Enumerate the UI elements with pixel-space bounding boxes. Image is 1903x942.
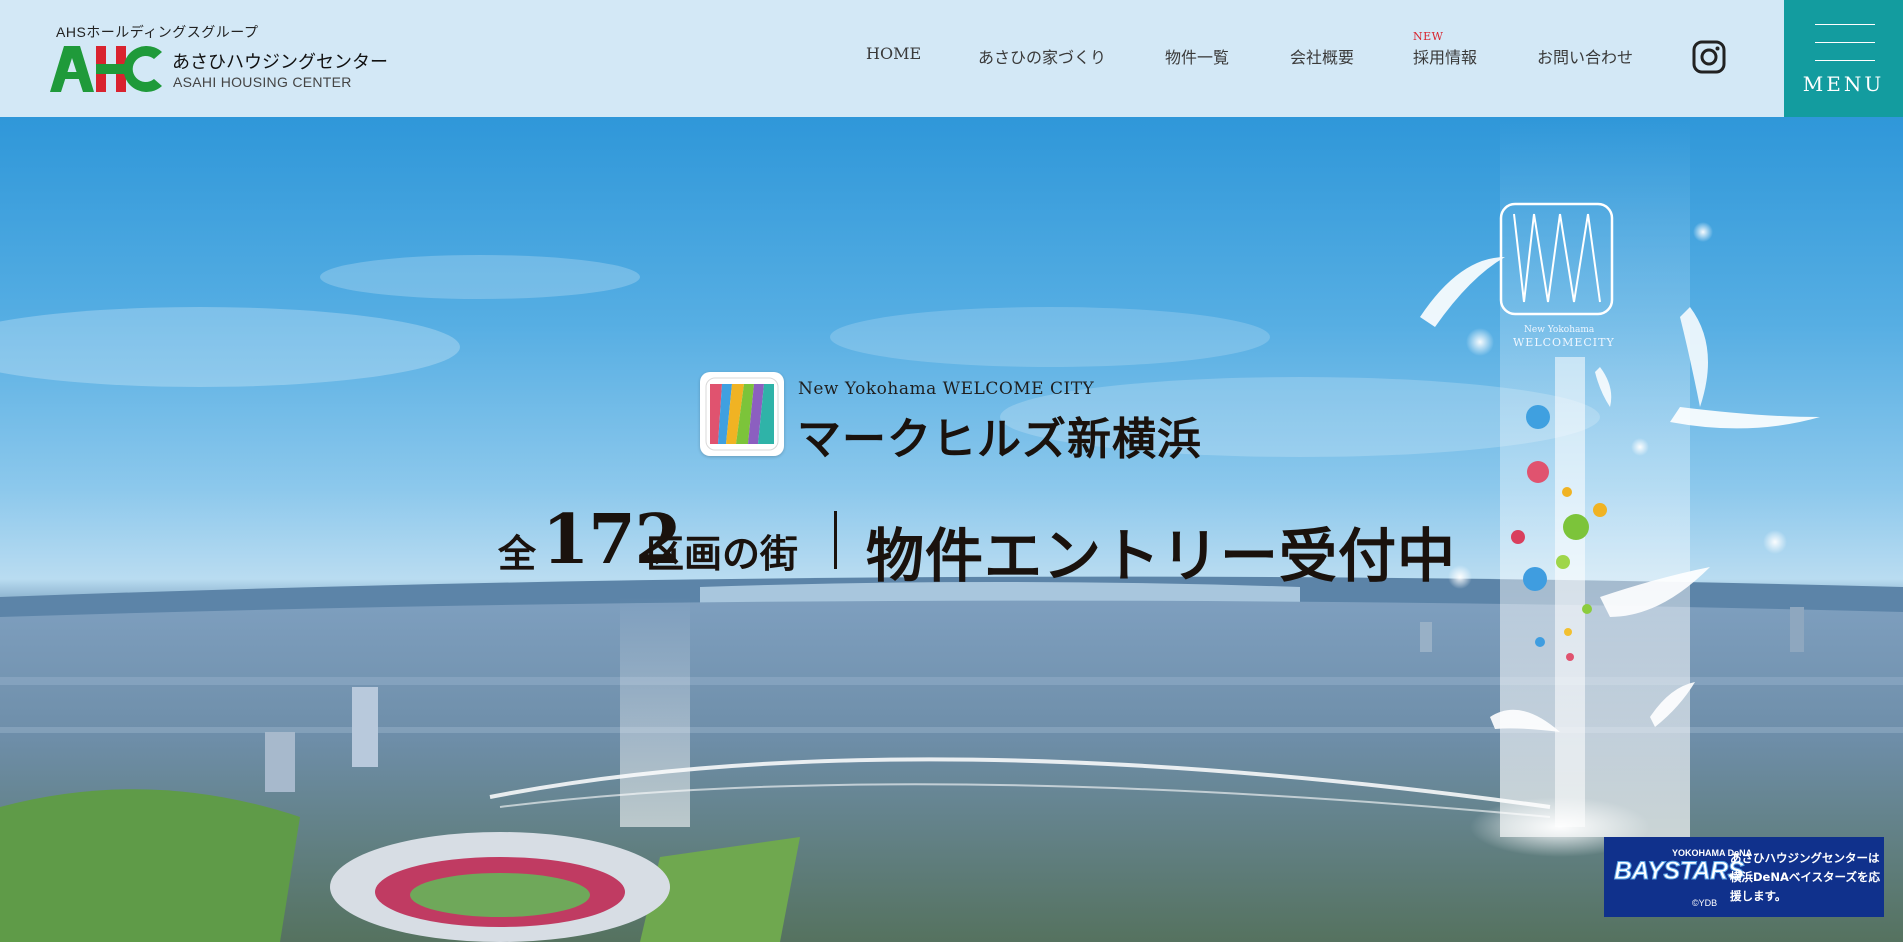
site-logo[interactable]: AHSホールディングスグループ あさひハウジングセンター ASAHI HOUSI… (50, 20, 390, 100)
project-subtitle: New Yokohama WELCOME CITY (798, 379, 1095, 399)
banner-copyright: ©YDB (1692, 898, 1718, 908)
nav-item-recruit[interactable]: NEW 採用情報 (1413, 30, 1478, 68)
instagram-icon[interactable] (1692, 40, 1726, 74)
ahc-logo-mark (50, 46, 162, 92)
nav-item-recruit-label: 採用情報 (1413, 48, 1478, 67)
tagline-divider (834, 511, 837, 569)
nav-item-properties[interactable]: 物件一覧 (1165, 44, 1229, 68)
tagline-suffix: 区画の街 (646, 531, 799, 576)
nav-item-home[interactable]: HOME (866, 44, 921, 63)
hamburger-line (1815, 24, 1875, 25)
menu-button[interactable]: MENU (1784, 0, 1903, 117)
hero-section: New Yokohama WELCOME CITY マークヒルズ新横浜 全 17… (0, 117, 1903, 942)
logo-name-en: ASAHI HOUSING CENTER (173, 74, 352, 90)
nav-item-house-building[interactable]: あさひの家づくり (978, 44, 1106, 68)
hamburger-line (1815, 42, 1875, 43)
logo-name-ja: あさひハウジングセンター (172, 52, 388, 73)
tagline-message: 物件エントリー受付中 (866, 522, 1457, 590)
tagline-prefix: 全 (498, 531, 537, 576)
logo-group-label: AHSホールディングスグループ (56, 24, 259, 40)
mark-hills-logo (700, 372, 784, 456)
site-header: AHSホールディングスグループ あさひハウジングセンター ASAHI HOUSI… (0, 0, 1903, 117)
hamburger-line (1815, 60, 1875, 61)
nav-item-contact[interactable]: お問い合わせ (1537, 44, 1633, 68)
project-title: マークヒルズ新横浜 (797, 414, 1202, 465)
tower-logo-line2: WELCOMECITY (1513, 336, 1615, 349)
banner-text: あさひハウジングセンターは横浜DeNAベイスターズを応援します。 (1730, 851, 1880, 903)
baystars-logo: BAYSTARS (1614, 857, 1745, 886)
baystars-banner[interactable]: YOKOHAMA DeNA BAYSTARS ©YDB あさひハウジングセンター… (1604, 837, 1884, 917)
new-badge: NEW (1413, 30, 1444, 43)
tower-logo-line1: New Yokohama (1524, 325, 1595, 335)
nav-item-company[interactable]: 会社概要 (1290, 44, 1354, 68)
menu-label: MENU (1802, 72, 1885, 96)
